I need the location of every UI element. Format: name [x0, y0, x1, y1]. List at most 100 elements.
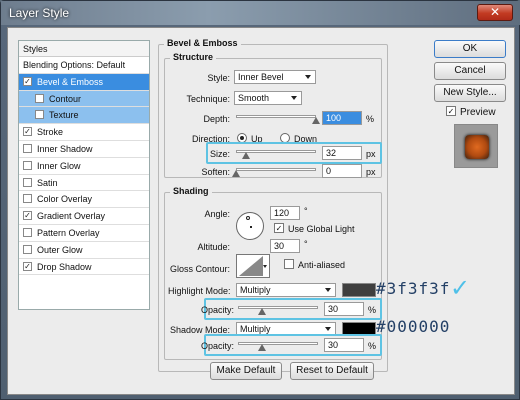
style-item-outer-glow[interactable]: Outer Glow — [19, 242, 149, 259]
title-bar[interactable]: Layer Style ✕ — [1, 1, 520, 25]
size-input[interactable]: 32 — [322, 146, 362, 160]
style-item-checkbox[interactable] — [23, 160, 32, 170]
style-item-label: Outer Glow — [37, 244, 83, 255]
style-item-label: Contour — [49, 93, 82, 104]
ok-button[interactable]: OK — [434, 40, 506, 58]
style-item-label: Inner Shadow — [37, 143, 93, 154]
shadow-opacity-slider[interactable] — [238, 342, 318, 345]
style-select[interactable]: Inner Bevel — [234, 70, 316, 84]
technique-select[interactable]: Smooth — [234, 91, 302, 105]
style-item-checkbox[interactable] — [23, 177, 32, 187]
chevron-down-icon — [305, 75, 311, 79]
technique-label: Technique: — [186, 94, 230, 104]
soften-label: Soften: — [201, 167, 230, 177]
style-item-gradient-overlay[interactable]: ✓ Gradient Overlay — [19, 208, 149, 225]
structure-title: Structure — [170, 52, 217, 62]
gloss-contour-picker[interactable] — [236, 254, 270, 278]
style-item-bevel-emboss[interactable]: ✓ Bevel & Emboss — [19, 73, 149, 91]
style-item-checkbox[interactable]: ✓ — [23, 211, 32, 221]
anti-aliased-label: Anti-aliased — [298, 260, 346, 270]
highlight-opacity-label: Opacity: — [200, 305, 234, 315]
highlight-opacity-slider[interactable] — [238, 306, 318, 309]
window-title: Layer Style — [9, 6, 70, 20]
depth-unit: % — [366, 114, 375, 124]
dialog-body: Styles Blending Options: Default ✓ Bevel &… — [7, 27, 515, 395]
style-item-label: Gradient Overlay — [37, 211, 106, 222]
style-item-stroke[interactable]: ✓ Stroke — [19, 124, 149, 141]
soften-input[interactable]: 0 — [322, 164, 362, 178]
style-item-checkbox[interactable]: ✓ — [23, 127, 32, 137]
style-item-checkbox[interactable] — [35, 93, 44, 103]
style-item-texture[interactable]: Texture — [19, 107, 149, 125]
chevron-down-icon — [325, 288, 331, 292]
depth-slider-thumb[interactable] — [312, 117, 320, 124]
global-light-label: Use Global Light — [288, 224, 355, 234]
size-slider-thumb[interactable] — [242, 152, 251, 159]
size-label: Size: — [209, 149, 230, 159]
angle-unit: ° — [304, 206, 308, 216]
depth-input[interactable]: 100 — [322, 111, 362, 125]
preview-checkbox[interactable]: ✓ — [446, 106, 456, 116]
cancel-button[interactable]: Cancel — [434, 62, 506, 80]
altitude-label: Altitude: — [197, 242, 230, 252]
style-item-checkbox[interactable] — [23, 194, 32, 204]
style-item-checkbox[interactable] — [35, 110, 44, 120]
angle-dial-crosshair-icon — [246, 216, 250, 220]
style-item-checkbox[interactable] — [23, 143, 32, 153]
style-item-contour[interactable]: Contour — [19, 90, 149, 108]
chevron-down-icon — [263, 265, 267, 268]
highlight-opacity-thumb[interactable] — [258, 308, 266, 315]
technique-select-value: Smooth — [238, 93, 270, 103]
style-item-checkbox[interactable]: ✓ — [23, 261, 32, 271]
close-button[interactable]: ✕ — [477, 4, 513, 21]
style-label: Style: — [207, 73, 230, 83]
make-default-button[interactable]: Make Default — [210, 362, 282, 380]
angle-label: Angle: — [204, 209, 230, 219]
checkmark-icon: ✓ — [450, 275, 471, 302]
style-select-value: Inner Bevel — [238, 72, 284, 82]
style-item-label: Inner Glow — [37, 160, 81, 171]
size-unit: px — [366, 149, 376, 159]
style-item-inner-shadow[interactable]: Inner Shadow — [19, 141, 149, 158]
reset-to-default-button[interactable]: Reset to Default — [290, 362, 374, 380]
shadow-mode-value: Multiply — [240, 324, 271, 334]
depth-label: Depth: — [203, 114, 230, 124]
style-item-label: Satin — [37, 177, 58, 188]
style-item-drop-shadow[interactable]: ✓ Drop Shadow — [19, 259, 149, 276]
shadow-hex-annotation: #000000 — [376, 317, 451, 336]
style-item-checkbox[interactable]: ✓ — [23, 76, 32, 86]
style-item-label: Pattern Overlay — [37, 227, 100, 238]
preview-label: Preview — [460, 107, 496, 118]
new-style-button[interactable]: New Style... — [434, 84, 506, 102]
highlight-opacity-unit: % — [368, 305, 377, 315]
angle-dial[interactable] — [236, 212, 264, 240]
angle-input[interactable]: 120 — [270, 206, 300, 220]
highlight-mode-value: Multiply — [240, 285, 271, 295]
shading-title: Shading — [170, 186, 212, 196]
anti-aliased-checkbox[interactable] — [284, 259, 294, 269]
shadow-opacity-input[interactable]: 30 — [324, 338, 364, 352]
style-item-color-overlay[interactable]: Color Overlay — [19, 191, 149, 209]
highlight-opacity-input[interactable]: 30 — [324, 302, 364, 316]
global-light-checkbox[interactable]: ✓ — [274, 223, 284, 233]
highlight-color-swatch[interactable] — [342, 283, 376, 297]
style-item-satin[interactable]: Satin — [19, 175, 149, 192]
style-item-pattern-overlay[interactable]: Pattern Overlay — [19, 225, 149, 242]
style-item-checkbox[interactable] — [23, 244, 32, 254]
style-item-checkbox[interactable] — [23, 227, 32, 237]
styles-list-header: Styles — [19, 41, 149, 57]
shadow-opacity-thumb[interactable] — [258, 344, 266, 351]
gloss-contour-label: Gloss Contour: — [169, 264, 230, 274]
altitude-input[interactable]: 30 — [270, 239, 300, 253]
soften-slider[interactable] — [236, 168, 316, 171]
style-item-label: Bevel & Emboss — [37, 76, 104, 87]
highlight-mode-select[interactable]: Multiply — [236, 283, 336, 297]
layer-style-window: Layer Style ✕ Styles Blending Options: D… — [0, 0, 520, 400]
depth-slider[interactable] — [236, 115, 316, 118]
soften-slider-thumb[interactable] — [232, 170, 240, 177]
blending-options-row[interactable]: Blending Options: Default — [19, 57, 149, 74]
style-item-inner-glow[interactable]: Inner Glow — [19, 158, 149, 175]
contour-curve-icon — [239, 256, 263, 276]
preview-swatch — [465, 135, 489, 159]
style-item-label: Drop Shadow — [37, 261, 92, 272]
